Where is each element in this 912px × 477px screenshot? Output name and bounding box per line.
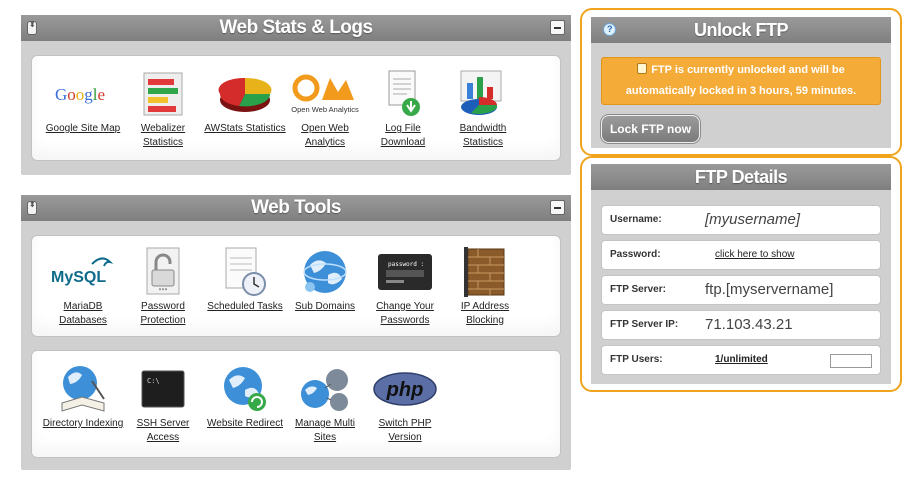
- svg-text:password :: password :: [388, 261, 424, 268]
- unlock-ftp-panel: ? Unlock FTP FTP is currently unlocked a…: [591, 17, 891, 148]
- terminal-icon: C:\: [120, 361, 206, 417]
- padlock-icon: ***: [120, 244, 206, 300]
- tile-password-protection[interactable]: *** Password Protection: [120, 244, 206, 327]
- ftp-users-input[interactable]: [830, 354, 872, 368]
- tile-label[interactable]: Website Redirect: [202, 417, 288, 431]
- tile-switch-php[interactable]: php Switch PHP Version: [362, 361, 448, 444]
- tile-label[interactable]: IP Address Blocking: [442, 300, 528, 327]
- tile-label[interactable]: Log File Download: [360, 122, 446, 149]
- web-tools-title: Web Tools: [251, 197, 341, 218]
- tile-ssh-access[interactable]: C:\ SSH Server Access: [120, 361, 206, 444]
- tile-label[interactable]: Password Protection: [120, 300, 206, 327]
- tile-ip-blocking[interactable]: IP Address Blocking: [442, 244, 528, 327]
- tile-label[interactable]: Change Your Passwords: [362, 300, 448, 327]
- tile-awstats[interactable]: AWStats Statistics: [202, 66, 288, 136]
- awstats-icon: [202, 66, 288, 122]
- drag-handle-icon[interactable]: ⬍: [27, 21, 37, 35]
- svg-text:php: php: [386, 379, 424, 401]
- tile-bandwidth[interactable]: Bandwidth Statistics: [440, 66, 526, 149]
- tile-label[interactable]: Switch PHP Version: [362, 417, 448, 444]
- tile-directory-indexing[interactable]: Directory Indexing: [40, 361, 126, 431]
- mysql-icon: MySQL: [40, 244, 126, 300]
- help-icon[interactable]: ?: [603, 23, 616, 36]
- tile-label[interactable]: Sub Domains: [282, 300, 368, 314]
- ftp-users-link[interactable]: 1/unlimited: [715, 346, 768, 374]
- tile-website-redirect[interactable]: Website Redirect: [202, 361, 288, 431]
- php-icon: php: [362, 361, 448, 417]
- log-file-icon: [360, 66, 446, 122]
- webalizer-icon: [120, 66, 206, 122]
- ftp-details-title: FTP Details: [694, 167, 788, 187]
- alert-line-2: automatically locked in 3 hours, 59 minu…: [625, 85, 857, 97]
- ftp-server-value: ftp.[myservername]: [705, 281, 834, 298]
- globe-redirect-icon: [202, 361, 288, 417]
- tile-label[interactable]: MariaDB Databases: [40, 300, 126, 327]
- ftp-status-alert: FTP is currently unlocked and will be au…: [601, 57, 881, 105]
- web-tools-panel: ⬍ Web Tools MySQL MariaDB Databases ***: [21, 195, 571, 470]
- ftp-server-ip-row: FTP Server IP: 71.103.43.21: [601, 310, 881, 340]
- username-value: [myusername]: [705, 211, 801, 228]
- username-row: Username: [myusername]: [601, 205, 881, 235]
- tile-label[interactable]: Manage Multi Sites: [282, 417, 368, 444]
- ftp-server-label: FTP Server:: [610, 284, 666, 295]
- tile-webalizer[interactable]: Webalizer Statistics: [120, 66, 206, 149]
- tile-label[interactable]: Bandwidth Statistics: [440, 122, 526, 149]
- collapse-button[interactable]: [550, 20, 565, 35]
- tile-scheduled-tasks[interactable]: Scheduled Tasks: [202, 244, 288, 314]
- tile-google-site-map[interactable]: Google Google Site Map: [40, 66, 126, 136]
- lock-ftp-button[interactable]: Lock FTP now: [601, 115, 700, 143]
- globe-book-icon: [40, 361, 126, 417]
- ftp-details-panel: FTP Details Username: [myusername] Passw…: [591, 164, 891, 384]
- tile-label[interactable]: Directory Indexing: [40, 417, 126, 431]
- collapse-button[interactable]: [550, 200, 565, 215]
- web-tools-header: ⬍ Web Tools: [21, 195, 571, 221]
- bandwidth-icon: [440, 66, 526, 122]
- svg-text:Google: Google: [55, 85, 105, 104]
- web-stats-header: ⬍ Web Stats & Logs: [21, 15, 571, 41]
- tile-log-file[interactable]: Log File Download: [360, 66, 446, 149]
- open-web-analytics-icon: Open Web Analytics: [282, 66, 368, 122]
- ftp-server-ip-value: 71.103.43.21: [705, 316, 793, 333]
- svg-text:***: ***: [158, 288, 167, 294]
- show-password-link[interactable]: click here to show: [715, 241, 794, 269]
- tile-manage-multi-sites[interactable]: Manage Multi Sites: [282, 361, 368, 444]
- web-stats-title: Web Stats & Logs: [219, 17, 373, 38]
- svg-text:C:\: C:\: [147, 377, 160, 385]
- tile-sub-domains[interactable]: Sub Domains: [282, 244, 368, 314]
- tile-label[interactable]: SSH Server Access: [120, 417, 206, 444]
- tile-mariadb[interactable]: MySQL MariaDB Databases: [40, 244, 126, 327]
- web-tools-tiles-1: MySQL MariaDB Databases *** Password Pro…: [31, 235, 561, 337]
- ftp-details-header: FTP Details: [591, 164, 891, 190]
- brick-wall-icon: [442, 244, 528, 300]
- ftp-users-label: FTP Users:: [610, 354, 663, 365]
- password-row: Password: click here to show: [601, 240, 881, 270]
- tile-open-web-analytics[interactable]: Open Web Analytics Open Web Analytics: [282, 66, 368, 149]
- tile-label[interactable]: Open Web Analytics: [282, 122, 368, 149]
- web-stats-panel: ⬍ Web Stats & Logs Google Google Site Ma…: [21, 15, 571, 175]
- google-icon: Google: [40, 66, 126, 122]
- globe-icon: [282, 244, 368, 300]
- ftp-server-ip-label: FTP Server IP:: [610, 319, 679, 330]
- web-stats-tiles: Google Google Site Map Webalizer Statist…: [31, 55, 561, 161]
- alert-line-1: FTP is currently unlocked and will be: [651, 64, 845, 76]
- unlock-ftp-title: Unlock FTP: [693, 20, 789, 40]
- tile-label[interactable]: Google Site Map: [40, 122, 126, 136]
- unlock-icon: [637, 63, 648, 74]
- ftp-users-row: FTP Users: 1/unlimited: [601, 345, 881, 375]
- web-tools-tiles-2: Directory Indexing C:\ SSH Server Access: [31, 350, 561, 458]
- password-screen-icon: password :: [362, 244, 448, 300]
- svg-text:Open Web Analytics: Open Web Analytics: [291, 105, 359, 114]
- password-label: Password:: [610, 249, 661, 260]
- drag-handle-icon[interactable]: ⬍: [27, 201, 37, 215]
- svg-text:MySQL: MySQL: [51, 269, 106, 286]
- tile-label[interactable]: AWStats Statistics: [202, 122, 288, 136]
- username-label: Username:: [610, 214, 662, 225]
- clipboard-clock-icon: [202, 244, 288, 300]
- tile-change-passwords[interactable]: password : Change Your Passwords: [362, 244, 448, 327]
- unlock-ftp-header: ? Unlock FTP: [591, 17, 891, 43]
- multi-globe-icon: [282, 361, 368, 417]
- tile-label[interactable]: Scheduled Tasks: [202, 300, 288, 314]
- tile-label[interactable]: Webalizer Statistics: [120, 122, 206, 149]
- ftp-server-row: FTP Server: ftp.[myservername]: [601, 275, 881, 305]
